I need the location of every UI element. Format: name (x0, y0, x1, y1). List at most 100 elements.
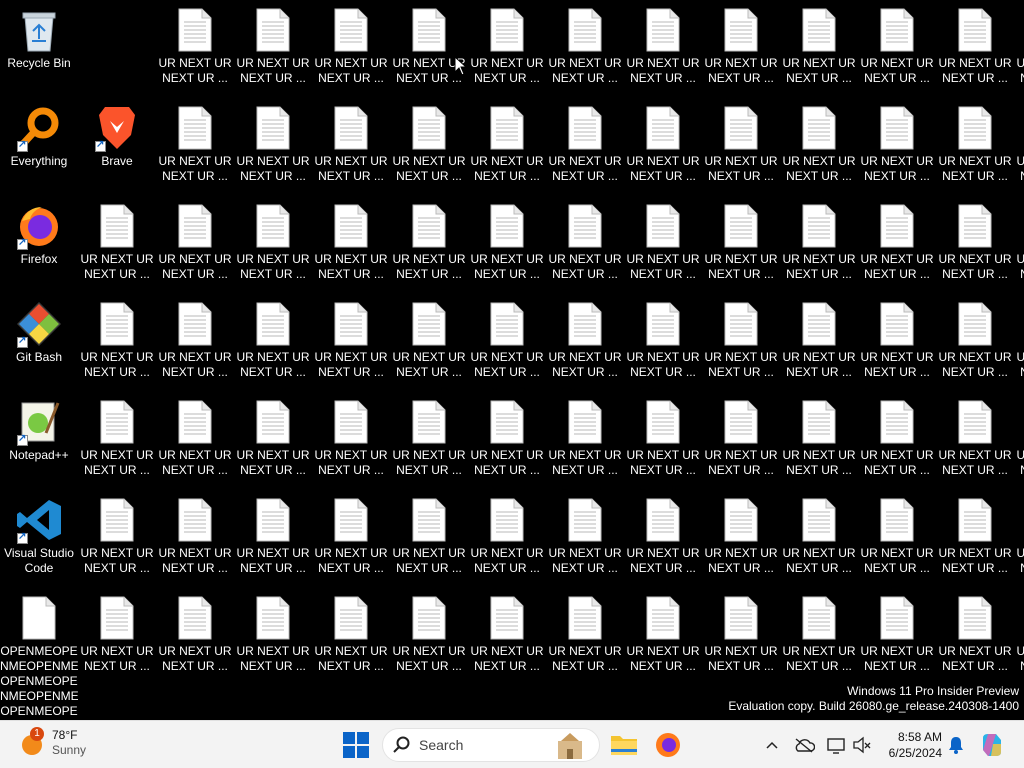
text-file-item[interactable]: UR NEXT URNEXT UR ... (858, 0, 936, 86)
brave-shortcut[interactable]: Brave (78, 98, 156, 169)
text-file-item[interactable]: UR NEXT URNEXT UR ... (1014, 98, 1024, 184)
text-file-item[interactable]: UR NEXT URNEXT UR ... (312, 490, 390, 576)
text-file-item[interactable]: UR NEXT URNEXT UR ... (468, 0, 546, 86)
text-file-item[interactable]: UR NEXT URNEXT UR ... (1014, 0, 1024, 86)
text-file-item[interactable]: UR NEXT URNEXT UR ... (156, 490, 234, 576)
text-file-item[interactable]: UR NEXT URNEXT UR ... (624, 588, 702, 674)
text-file-item[interactable]: UR NEXT URNEXT UR ... (624, 98, 702, 184)
text-file-item[interactable]: UR NEXT URNEXT UR ... (546, 98, 624, 184)
text-file-item[interactable]: UR NEXT URNEXT UR ... (78, 588, 156, 674)
volume-button[interactable] (850, 733, 874, 757)
git-bash-shortcut[interactable]: Git Bash (0, 294, 78, 365)
text-file-item[interactable]: UR NEXT URNEXT UR ... (702, 196, 780, 282)
text-file-item[interactable]: UR NEXT URNEXT UR ... (234, 490, 312, 576)
text-file-item[interactable]: UR NEXT URNEXT UR ... (936, 490, 1014, 576)
copilot-button[interactable] (978, 731, 1006, 759)
taskbar-search[interactable]: Search (382, 728, 600, 762)
start-button[interactable] (342, 731, 370, 759)
text-file-item[interactable]: UR NEXT URNEXT UR ... (780, 294, 858, 380)
text-file-item[interactable]: UR NEXT URNEXT UR ... (156, 98, 234, 184)
text-file-item[interactable]: UR NEXT URNEXT UR ... (312, 0, 390, 86)
text-file-item[interactable]: UR NEXT URNEXT UR ... (936, 0, 1014, 86)
firefox-taskbar-button[interactable] (652, 729, 684, 761)
text-file-item[interactable]: UR NEXT URNEXT UR ... (858, 392, 936, 478)
text-file-item[interactable]: UR NEXT URNEXT UR ... (624, 392, 702, 478)
text-file-item[interactable]: UR NEXT URNEXT UR ... (234, 588, 312, 674)
text-file-item[interactable]: UR NEXT URNEXT UR ... (468, 196, 546, 282)
text-file-item[interactable]: UR NEXT URNEXT UR ... (1014, 196, 1024, 282)
text-file-item[interactable]: UR NEXT URNEXT UR ... (312, 98, 390, 184)
text-file-item[interactable]: UR NEXT URNEXT UR ... (390, 196, 468, 282)
text-file-item[interactable]: UR NEXT URNEXT UR ... (78, 392, 156, 478)
text-file-item[interactable]: UR NEXT URNEXT UR ... (624, 0, 702, 86)
text-file-item[interactable]: UR NEXT URNEXT UR ... (624, 294, 702, 380)
text-file-item[interactable]: UR NEXT URNEXT UR ... (546, 490, 624, 576)
network-button[interactable] (824, 733, 848, 757)
text-file-item[interactable]: UR NEXT URNEXT UR ... (234, 0, 312, 86)
text-file-item[interactable]: UR NEXT URNEXT UR ... (780, 392, 858, 478)
text-file-item[interactable]: UR NEXT URNEXT UR ... (156, 196, 234, 282)
text-file-item[interactable]: UR NEXT URNEXT UR ... (156, 588, 234, 674)
text-file-item[interactable]: UR NEXT URNEXT UR ... (390, 294, 468, 380)
text-file-item[interactable]: UR NEXT URNEXT UR ... (702, 98, 780, 184)
text-file-item[interactable]: UR NEXT URNEXT UR ... (312, 294, 390, 380)
text-file-item[interactable]: UR NEXT URNEXT UR ... (546, 0, 624, 86)
everything-shortcut[interactable]: Everything (0, 98, 78, 169)
text-file-item[interactable]: UR NEXT URNEXT UR ... (858, 98, 936, 184)
text-file-item[interactable]: UR NEXT URNEXT UR ... (702, 490, 780, 576)
text-file-item[interactable]: UR NEXT URNEXT UR ... (780, 588, 858, 674)
text-file-item[interactable]: UR NEXT URNEXT UR ... (390, 98, 468, 184)
text-file-item[interactable]: UR NEXT URNEXT UR ... (858, 196, 936, 282)
weather-widget[interactable]: 1 78°F Sunny (18, 727, 86, 758)
recycle-bin-icon[interactable]: Recycle Bin (0, 0, 78, 71)
text-file-item[interactable]: UR NEXT URNEXT UR ... (468, 490, 546, 576)
vscode-shortcut[interactable]: Visual Studio Code (0, 490, 78, 576)
text-file-item[interactable]: UR NEXT URNEXT UR ... (234, 98, 312, 184)
text-file-item[interactable]: UR NEXT URNEXT UR ... (390, 588, 468, 674)
text-file-item[interactable]: UR NEXT URNEXT UR ... (702, 0, 780, 86)
text-file-item[interactable]: UR NEXT URNEXT UR ... (468, 98, 546, 184)
text-file-item[interactable]: UR NEXT URNEXT UR ... (858, 490, 936, 576)
onedrive-button[interactable] (792, 733, 816, 757)
text-file-item[interactable]: UR NEXT URNEXT UR ... (546, 588, 624, 674)
text-file-item[interactable]: UR NEXT URNEXT UR ... (858, 294, 936, 380)
text-file-item[interactable]: UR NEXT URNEXT UR ... (936, 196, 1014, 282)
text-file-item[interactable]: UR NEXT URNEXT UR ... (390, 392, 468, 478)
openme-file[interactable]: OPENMEOPE NMEOPENME OPENMEOPE NMEOPENME … (0, 588, 78, 719)
text-file-item[interactable]: UR NEXT URNEXT UR ... (78, 490, 156, 576)
text-file-item[interactable]: UR NEXT URNEXT UR ... (702, 294, 780, 380)
notifications-button[interactable] (944, 733, 968, 757)
notepadpp-shortcut[interactable]: Notepad++ (0, 392, 78, 463)
show-hidden-icons-button[interactable] (760, 733, 784, 757)
text-file-item[interactable]: UR NEXT URNEXT UR ... (780, 196, 858, 282)
file-explorer-button[interactable] (608, 729, 640, 761)
text-file-item[interactable]: UR NEXT URNEXT UR ... (312, 196, 390, 282)
text-file-item[interactable]: UR NEXT URNEXT UR ... (858, 588, 936, 674)
text-file-item[interactable]: UR NEXT URNEXT UR ... (78, 294, 156, 380)
text-file-item[interactable]: UR NEXT URNEXT UR ... (624, 196, 702, 282)
text-file-item[interactable]: UR NEXT URNEXT UR ... (546, 392, 624, 478)
text-file-item[interactable]: UR NEXT URNEXT UR ... (234, 392, 312, 478)
text-file-item[interactable]: UR NEXT URNEXT UR ... (312, 392, 390, 478)
text-file-item[interactable]: UR NEXT URNEXT UR ... (156, 392, 234, 478)
text-file-item[interactable]: UR NEXT URNEXT UR ... (1014, 294, 1024, 380)
text-file-item[interactable]: UR NEXT URNEXT UR ... (936, 588, 1014, 674)
text-file-item[interactable]: UR NEXT URNEXT UR ... (390, 490, 468, 576)
text-file-item[interactable]: UR NEXT URNEXT UR ... (156, 294, 234, 380)
firefox-shortcut[interactable]: Firefox (0, 196, 78, 267)
text-file-item[interactable]: UR NEXT URNEXT UR ... (936, 98, 1014, 184)
text-file-item[interactable]: UR NEXT URNEXT UR ... (780, 98, 858, 184)
text-file-item[interactable]: UR NEXT URNEXT UR ... (468, 294, 546, 380)
taskbar-clock[interactable]: 8:58 AM 6/25/2024 (876, 729, 942, 761)
text-file-item[interactable]: UR NEXT URNEXT UR ... (936, 294, 1014, 380)
text-file-item[interactable]: UR NEXT URNEXT UR ... (78, 196, 156, 282)
text-file-item[interactable]: UR NEXT URNEXT UR ... (936, 392, 1014, 478)
text-file-item[interactable]: UR NEXT URNEXT UR ... (1014, 392, 1024, 478)
text-file-item[interactable]: UR NEXT URNEXT UR ... (1014, 588, 1024, 674)
text-file-item[interactable]: UR NEXT URNEXT UR ... (234, 294, 312, 380)
text-file-item[interactable]: UR NEXT URNEXT UR ... (624, 490, 702, 576)
text-file-item[interactable]: UR NEXT URNEXT UR ... (546, 294, 624, 380)
text-file-item[interactable]: UR NEXT URNEXT UR ... (234, 196, 312, 282)
text-file-item[interactable]: UR NEXT URNEXT UR ... (702, 588, 780, 674)
text-file-item[interactable]: UR NEXT URNEXT UR ... (156, 0, 234, 86)
